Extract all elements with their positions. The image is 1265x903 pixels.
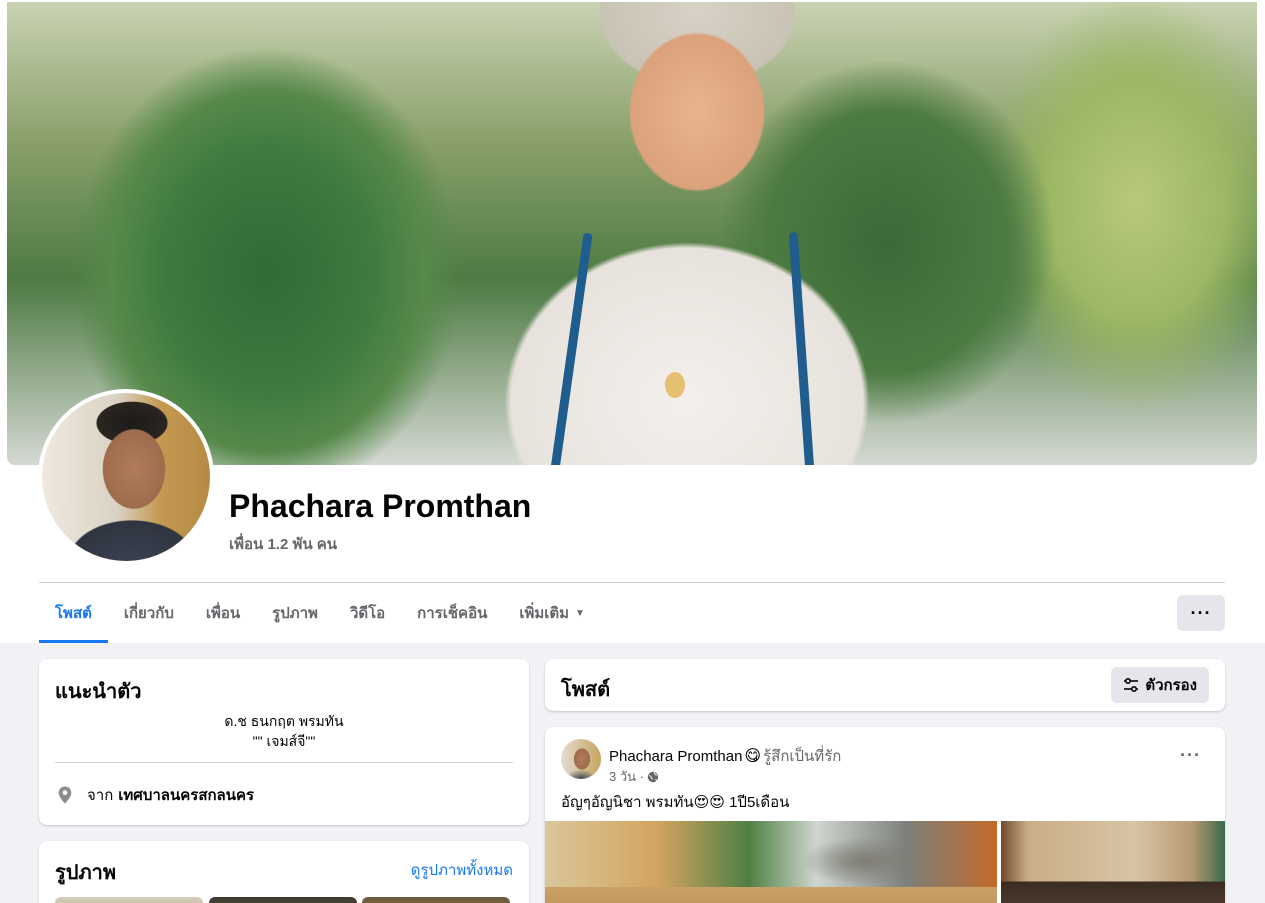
intro-title: แนะนำตัว	[55, 681, 142, 703]
photo-thumbnail[interactable]	[55, 897, 203, 903]
caret-down-icon: ▼	[575, 607, 585, 619]
intro-hometown: จาก เทศบาลนครสกลนคร	[55, 783, 254, 807]
post-text: อัญๆอัญนิชา พรมทัน😍😍 1ปี5เดือน	[561, 794, 790, 811]
intro-divider	[55, 762, 513, 763]
cover-shirt-button	[665, 372, 685, 398]
post-photo[interactable]	[545, 821, 997, 903]
post-meta: 3 วัน ·	[609, 766, 659, 787]
cover-strap-left	[550, 232, 593, 465]
bio-line: "" เจมส์จี""	[252, 733, 316, 749]
profile-name: Phachara Promthan	[229, 488, 532, 524]
hometown-link[interactable]: เทศบาลนครสกลนคร	[118, 783, 254, 807]
posts-title: โพสต์	[561, 679, 611, 701]
tab-about[interactable]: เกี่ยวกับ	[108, 583, 190, 643]
post-author-avatar[interactable]	[561, 739, 601, 779]
tab-label: เพิ่มเติม	[519, 605, 570, 622]
tab-label: โพสต์	[55, 605, 92, 622]
tab-videos[interactable]: วิดีโอ	[334, 583, 401, 643]
photos-card: รูปภาพ ดูรูปภาพทั้งหมด	[39, 841, 529, 903]
profile-avatar[interactable]	[42, 393, 210, 561]
tab-photos[interactable]: รูปภาพ	[256, 583, 334, 643]
see-all-photos-link[interactable]: ดูรูปภาพทั้งหมด	[411, 858, 513, 882]
location-pin-icon	[55, 785, 75, 805]
tab-checkins[interactable]: การเช็คอิน	[401, 583, 503, 643]
photo-thumbnail[interactable]	[362, 897, 510, 903]
post-author-line: Phachara Promthan 😋 รู้สึกเป็นที่รัก	[609, 744, 841, 768]
tab-posts[interactable]: โพสต์	[39, 583, 108, 643]
photo-thumbnail[interactable]	[209, 897, 357, 903]
tab-more[interactable]: เพิ่มเติม ▼	[503, 583, 601, 643]
post-author-name[interactable]: Phachara Promthan	[609, 748, 742, 765]
filter-button[interactable]: ตัวกรอง	[1111, 667, 1209, 703]
post-feeling: รู้สึกเป็นที่รัก	[763, 748, 842, 765]
intro-card: แนะนำตัว ด.ช ธนกฤต พรมทัน "" เจมส์จี"" จ…	[39, 659, 529, 825]
profile-tabs: โพสต์ เกี่ยวกับ เพื่อน รูปภาพ วิดีโอ การ…	[39, 583, 601, 643]
photos-title: รูปภาพ	[55, 862, 117, 884]
tab-label: รูปภาพ	[272, 605, 318, 622]
tab-label: วิดีโอ	[349, 605, 386, 622]
post-more-button[interactable]: ···	[1180, 745, 1201, 766]
tab-label: เพื่อน	[205, 605, 241, 622]
globe-icon[interactable]	[647, 771, 659, 783]
post-card: Phachara Promthan 😋 รู้สึกเป็นที่รัก 3 ว…	[545, 727, 1225, 903]
filter-label: ตัวกรอง	[1145, 677, 1197, 694]
post-time[interactable]: 3 วัน ·	[609, 766, 644, 787]
profile-avatar-ring[interactable]	[38, 389, 214, 565]
profile-more-button[interactable]: ···	[1177, 595, 1225, 631]
cover-strap-right	[788, 231, 815, 465]
filter-icon	[1124, 677, 1139, 693]
bio-line: ด.ช ธนกฤต พรมทัน	[224, 713, 344, 729]
from-label: จาก	[87, 787, 114, 804]
intro-bio: ด.ช ธนกฤต พรมทัน "" เจมส์จี""	[55, 711, 513, 751]
post-photo[interactable]	[1001, 821, 1225, 903]
tab-label: การเช็คอิน	[417, 605, 488, 622]
tab-friends[interactable]: เพื่อน	[190, 583, 256, 643]
friends-count[interactable]: เพื่อน 1.2 พัน คน	[229, 532, 337, 556]
cover-photo[interactable]	[7, 2, 1257, 465]
tab-label: เกี่ยวกับ	[123, 605, 174, 622]
posts-header-card: โพสต์ ตัวกรอง	[545, 659, 1225, 711]
feeling-emoji-icon: 😋	[744, 748, 762, 765]
profile-header: Phachara Promthan เพื่อน 1.2 พัน คน โพสต…	[0, 0, 1265, 643]
